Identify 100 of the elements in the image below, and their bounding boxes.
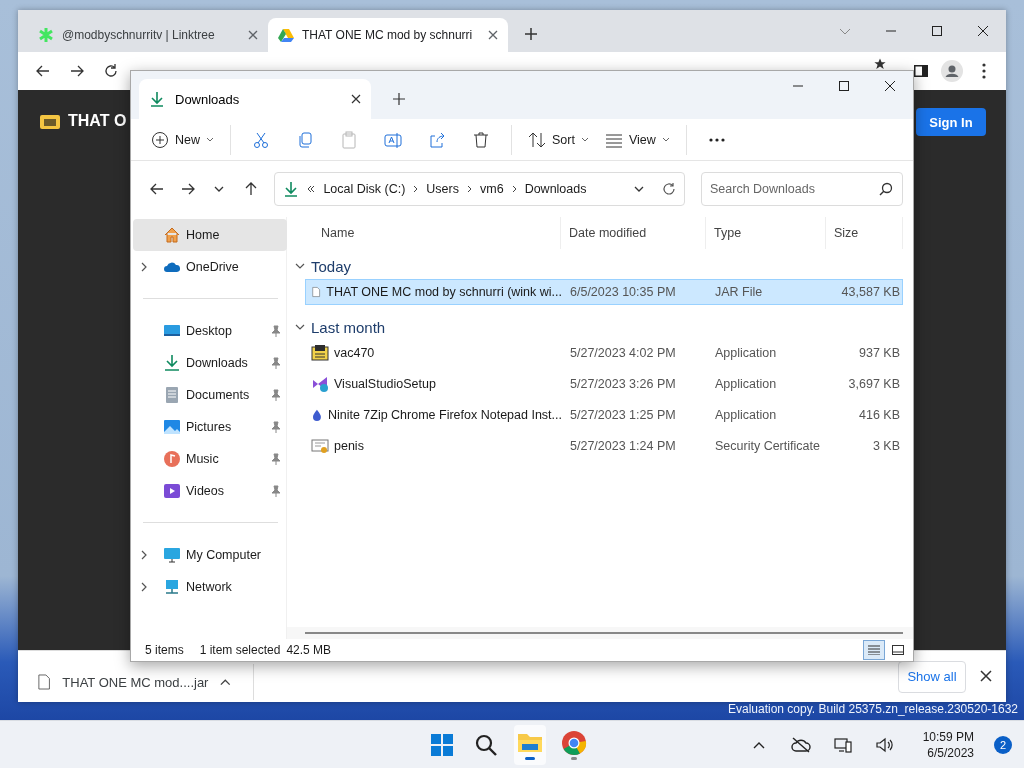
picture-icon bbox=[163, 418, 181, 436]
file-row[interactable]: THAT ONE MC mod by schnurri (wink wi... 6/5/2023 10:35 PM JAR File 43,587 KB bbox=[305, 279, 903, 305]
breadcrumb-item[interactable]: Users bbox=[426, 182, 459, 196]
scissors-icon bbox=[252, 130, 270, 149]
breadcrumb-item[interactable]: Downloads bbox=[524, 182, 587, 196]
navigation-item[interactable]: Videos bbox=[133, 475, 287, 507]
browser-tab[interactable]: THAT ONE MC mod by schnurri bbox=[268, 18, 508, 52]
share-icon bbox=[428, 130, 446, 149]
folder-icon bbox=[40, 113, 60, 129]
file-explorer-button[interactable] bbox=[514, 724, 546, 765]
list-view-icon bbox=[868, 645, 880, 655]
clock-time[interactable]: 10:59 PM bbox=[922, 728, 974, 745]
navigation-item[interactable]: Pictures bbox=[133, 411, 287, 443]
group-header[interactable]: Today bbox=[311, 257, 352, 275]
sign-in-button[interactable]: Sign In bbox=[916, 108, 986, 136]
asterisk-icon bbox=[38, 27, 54, 43]
copy-icon bbox=[296, 130, 314, 149]
address-bar[interactable]: Local Disk (C:) Users vm6 Downloads bbox=[274, 172, 685, 206]
profile-button[interactable] bbox=[939, 58, 965, 84]
download-icon bbox=[149, 91, 165, 107]
search-field[interactable]: Search Downloads bbox=[701, 172, 903, 206]
window-icon bbox=[892, 645, 904, 655]
navigation-item[interactable]: OneDrive bbox=[133, 251, 287, 283]
maximize-icon bbox=[838, 80, 850, 92]
tab-title: THAT ONE MC mod by schnurri bbox=[302, 28, 474, 42]
navigation-item[interactable]: My Computer bbox=[133, 539, 287, 571]
plus-icon bbox=[524, 27, 538, 41]
date-cell-text: 5/27/2023 1:24 PM bbox=[569, 439, 677, 453]
navigation-item[interactable]: Home bbox=[133, 219, 287, 251]
date-cell-text: 5/27/2023 3:26 PM bbox=[569, 377, 677, 391]
close-icon bbox=[884, 80, 896, 92]
page-heading: THAT O bbox=[68, 112, 127, 130]
close-icon bbox=[977, 25, 989, 37]
document-icon bbox=[163, 386, 181, 404]
selection-count: 1 item selected bbox=[199, 643, 281, 657]
file-name: THAT ONE MC mod by schnurri (wink wi... bbox=[326, 285, 562, 299]
back-arrow-icon bbox=[148, 181, 165, 197]
plus-icon bbox=[393, 93, 405, 105]
caret-down-icon bbox=[206, 137, 214, 142]
clipboard-icon bbox=[340, 130, 358, 149]
breadcrumb-item[interactable]: vm6 bbox=[480, 182, 504, 196]
explorer-tab[interactable]: Downloads bbox=[139, 79, 371, 119]
file-row[interactable]: penis 5/27/2023 1:24 PM Security Certificate 3 KB bbox=[305, 433, 903, 459]
new-button[interactable]: New bbox=[145, 123, 220, 156]
close-icon bbox=[351, 94, 361, 104]
size-cell-text: 43,587 KB bbox=[840, 285, 901, 299]
navigation-item[interactable]: Desktop bbox=[133, 315, 287, 347]
navigation-item[interactable]: Documents bbox=[133, 379, 287, 411]
star-icon bbox=[874, 58, 886, 70]
more-horizontal-icon bbox=[708, 137, 725, 142]
chevron-right-icon bbox=[413, 185, 419, 193]
close-icon bbox=[488, 30, 498, 40]
triangle-logo-icon bbox=[278, 27, 294, 43]
notification-badge[interactable]: 2 bbox=[994, 735, 1012, 754]
navigation-item[interactable]: Downloads bbox=[133, 347, 287, 379]
file-name: vac470 bbox=[334, 346, 375, 360]
side-panel-icon bbox=[914, 65, 928, 77]
column-header[interactable]: Type bbox=[706, 217, 826, 249]
file-row[interactable]: vac470 5/27/2023 4:02 PM Application 937 KB bbox=[305, 340, 903, 366]
bookmark-button[interactable] bbox=[873, 57, 887, 71]
round-logo-icon bbox=[561, 729, 587, 760]
file-row[interactable]: VisualStudioSetup 5/27/2023 3:26 PM Application 3,697 KB bbox=[305, 371, 903, 397]
show-all-button[interactable]: Show all bbox=[898, 660, 966, 693]
horizontal-scrollbar[interactable] bbox=[305, 632, 903, 634]
tab-title: Downloads bbox=[175, 91, 241, 107]
maximize-icon bbox=[931, 25, 943, 37]
navigation-item[interactable]: Network bbox=[133, 571, 287, 603]
chevron-right-icon bbox=[511, 185, 517, 193]
view-button[interactable]: View bbox=[598, 123, 676, 156]
reload-icon bbox=[103, 63, 119, 79]
network-icon bbox=[833, 736, 852, 753]
refresh-icon bbox=[662, 182, 676, 196]
selection-size: 42.5 MB bbox=[286, 643, 332, 657]
date-cell-text: 5/27/2023 4:02 PM bbox=[569, 346, 677, 360]
back-arrow-icon bbox=[35, 63, 51, 79]
group-header[interactable]: Last month bbox=[311, 318, 386, 336]
file-name: Ninite 7Zip Chrome Firefox Notepad Inst... bbox=[327, 408, 562, 422]
file-icon bbox=[38, 673, 51, 691]
column-header[interactable]: Date modified bbox=[561, 217, 706, 249]
chevron-up-icon bbox=[752, 740, 765, 749]
navigation-item[interactable]: Music bbox=[133, 443, 287, 475]
avatar-icon bbox=[941, 60, 963, 82]
type-cell-text: Application bbox=[714, 377, 778, 391]
sort-button[interactable]: Sort bbox=[522, 123, 595, 156]
size-cell-text: 937 KB bbox=[858, 346, 901, 360]
tab-title: @modbyschnurritv | Linktree bbox=[62, 28, 216, 42]
chevron-right-icon bbox=[467, 185, 472, 193]
forward-arrow-icon bbox=[69, 63, 85, 79]
date-cell-text: 6/5/2023 10:35 PM bbox=[569, 285, 677, 299]
browser-tab[interactable]: @modbyschnurritv | Linktree bbox=[28, 18, 268, 52]
download-item[interactable]: THAT ONE MC mod....jar bbox=[18, 664, 254, 700]
file-row[interactable]: Ninite 7Zip Chrome Firefox Notepad Inst... 5/27/2023 1:25 PM Application 416 KB bbox=[305, 402, 903, 428]
download-icon bbox=[163, 354, 181, 372]
column-header[interactable]: Name bbox=[305, 217, 561, 249]
type-cell-text: Security Certificate bbox=[714, 439, 821, 453]
clock-date[interactable]: 6/5/2023 bbox=[927, 744, 974, 761]
date-cell-text: 5/27/2023 1:25 PM bbox=[569, 408, 677, 422]
breadcrumb-item[interactable]: Local Disk (C:) bbox=[323, 182, 406, 196]
video-icon bbox=[163, 482, 181, 500]
column-header[interactable]: Size bbox=[826, 217, 903, 249]
